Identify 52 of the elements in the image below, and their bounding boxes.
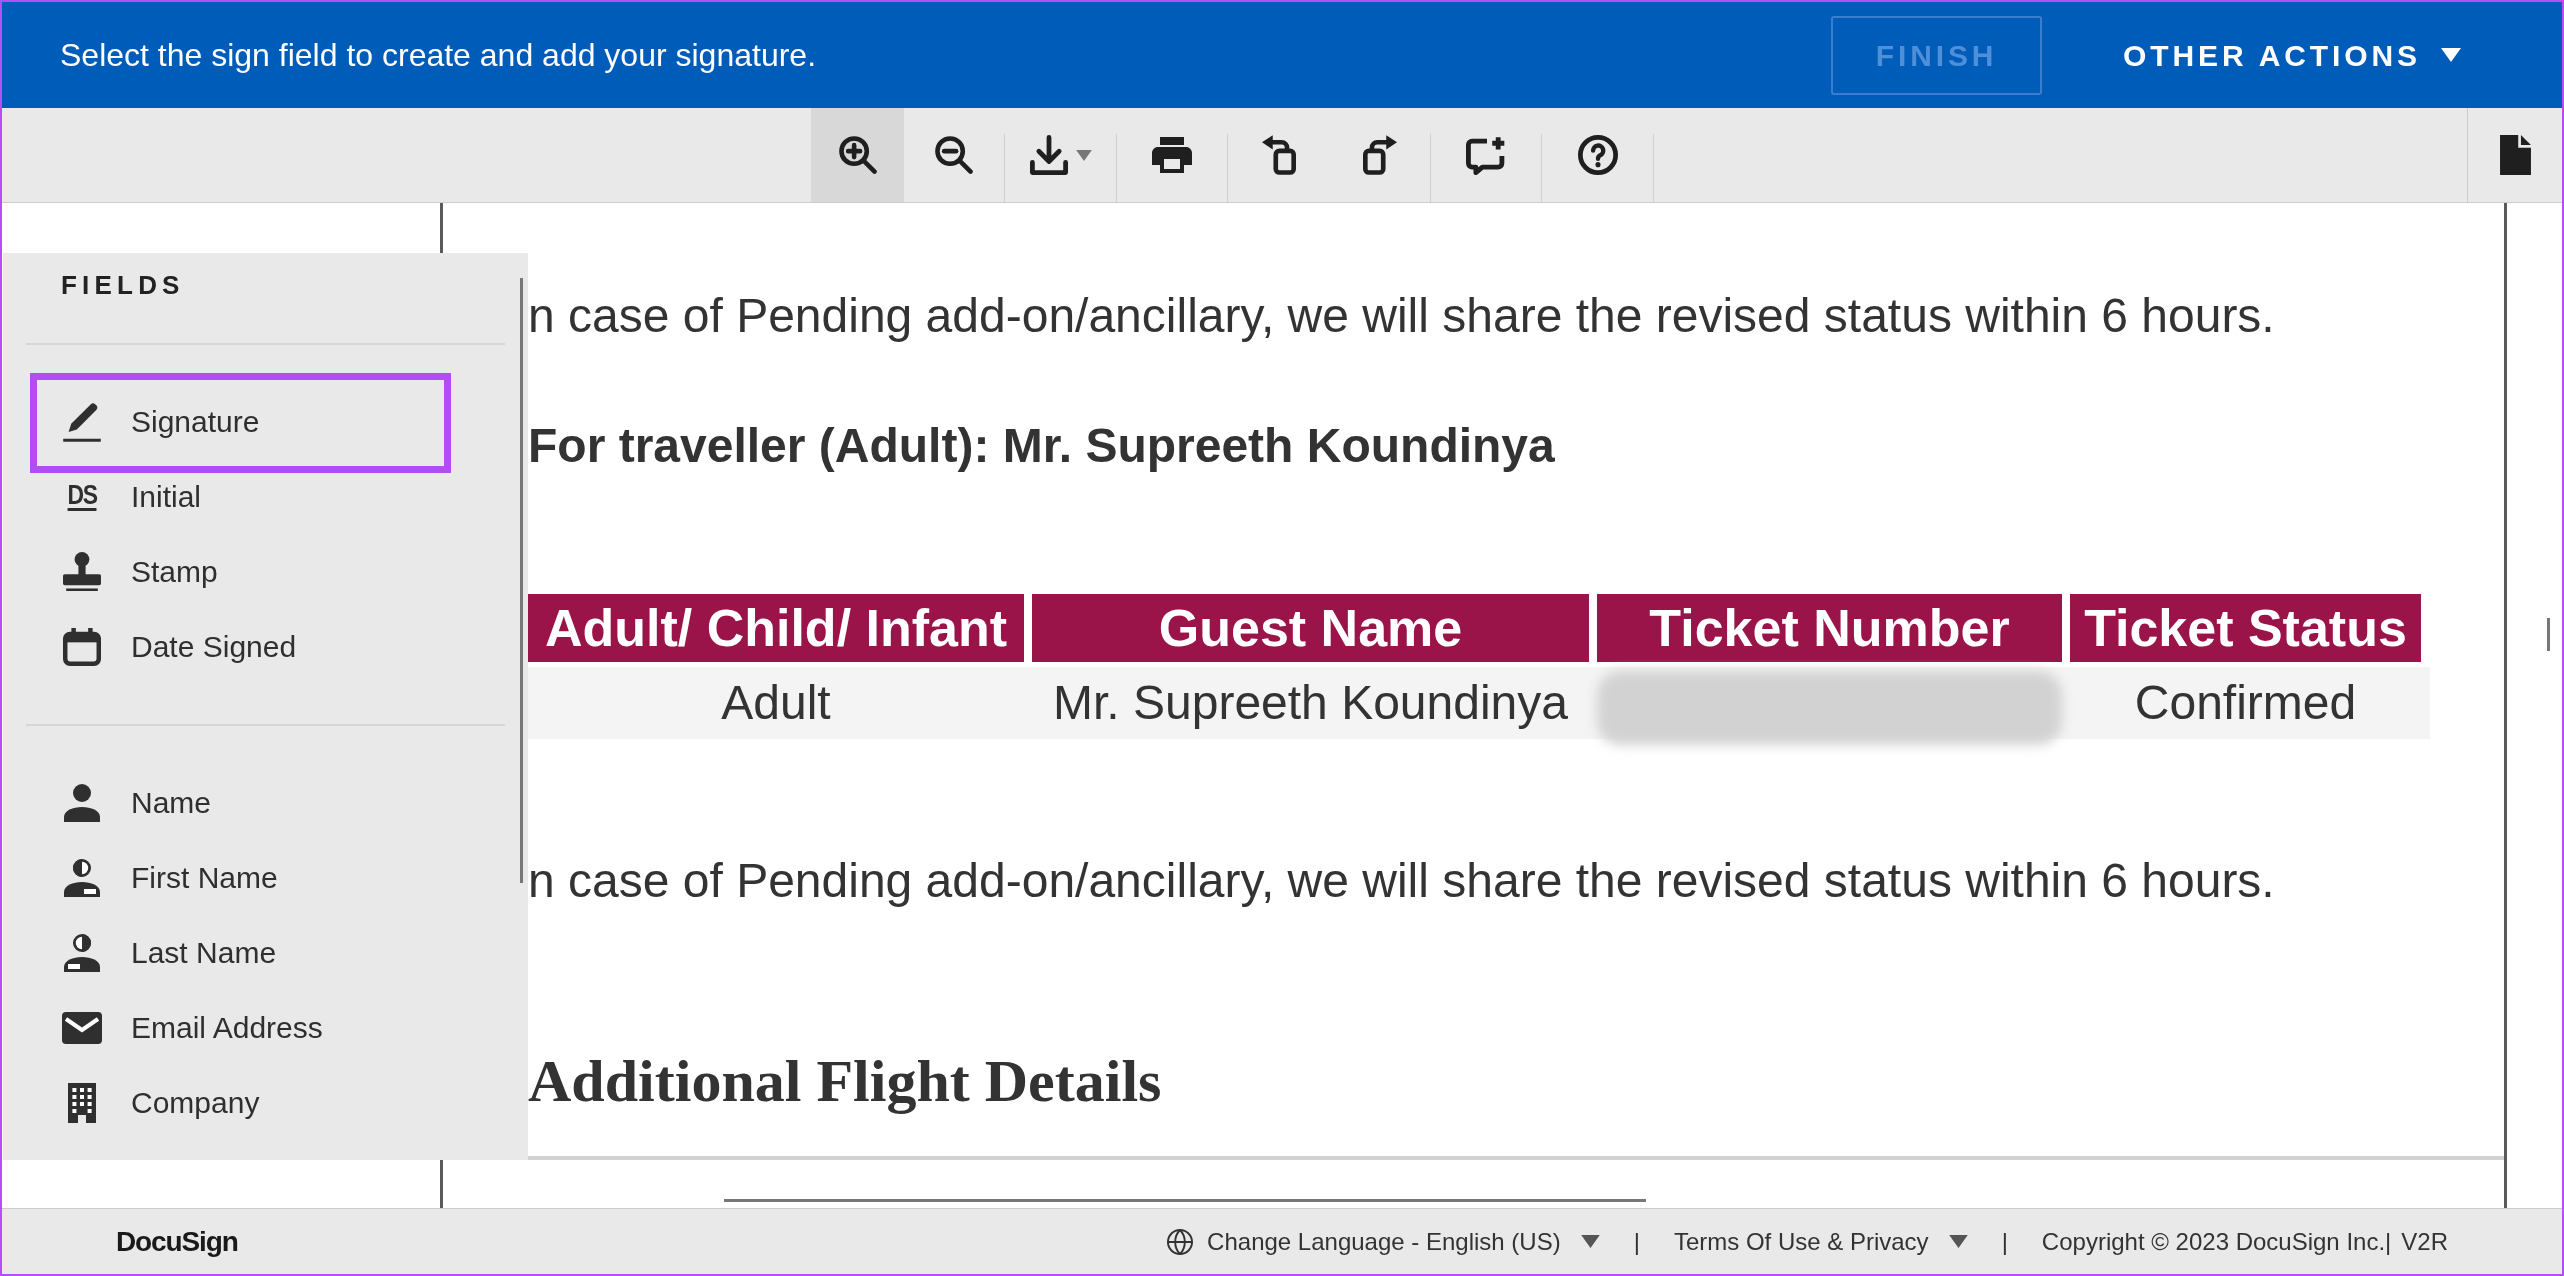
table-header-cell: Adult/ Child/ Infant [528, 594, 1024, 662]
language-selector[interactable]: Change Language - English (US) [1167, 1223, 1600, 1260]
other-actions-menu[interactable]: OTHER ACTIONS [2123, 32, 2461, 78]
globe-icon [1167, 1228, 1194, 1255]
panel-title: FIELDS [61, 270, 185, 300]
logo-text: DocuSign [116, 1224, 238, 1259]
zoom-out-icon [935, 136, 973, 174]
separator: | [2001, 1226, 2008, 1257]
envelope-icon [62, 1011, 102, 1044]
table-header-cell: Guest Name [1032, 594, 1589, 662]
section-heading: Additional Flight Details [528, 1048, 1163, 1114]
person-icon [64, 858, 100, 897]
footer-text: Copyright © 2023 DocuSign Inc.| [2041, 1226, 2392, 1257]
help-icon [1577, 135, 1618, 175]
zoom-in-icon [838, 136, 877, 174]
caret-icon [1075, 149, 1092, 161]
field-item[interactable]: Name [42, 765, 439, 840]
rotate-left-icon [1261, 135, 1296, 175]
separator: | [1633, 1226, 1640, 1257]
scrollbar-thumb[interactable] [520, 278, 523, 883]
table-cell-text: Confirmed [2133, 675, 2358, 731]
field-item[interactable]: Email Address [42, 990, 439, 1065]
stamp-icon [63, 552, 101, 591]
terms-link[interactable]: Terms Of Use & Privacy [1673, 1223, 1968, 1260]
table-cell-text: Mr. Supreeth Koundinya [1052, 675, 1569, 731]
table-header-cell: Ticket Number [1597, 594, 2062, 662]
field-item[interactable]: DS Initial [42, 459, 439, 534]
person-icon [64, 933, 100, 972]
instruction-text: Select the sign field to create and add your signature. [60, 36, 817, 75]
printer-icon [1152, 137, 1192, 173]
field-item[interactable]: Date Signed [42, 609, 439, 684]
zoom-in-button[interactable] [811, 108, 904, 202]
person-icon [64, 783, 100, 822]
table-header-cell: Ticket Status [2070, 594, 2421, 662]
pen-icon [63, 401, 101, 442]
caret-icon [2441, 48, 2461, 62]
table-cell-text: Adult [720, 675, 832, 731]
building-icon [68, 1082, 96, 1123]
scrollbar-thumb[interactable] [2547, 618, 2550, 651]
footer-text: V2R [2401, 1226, 2448, 1257]
calendar-icon [63, 627, 101, 666]
document-icon [2499, 135, 2531, 175]
field-item[interactable]: Signature [42, 384, 439, 459]
field-item[interactable]: First Name [42, 840, 439, 915]
comment-plus-icon [1466, 135, 1506, 175]
caret-icon [1948, 1235, 1968, 1248]
field-item[interactable]: Company [42, 1065, 439, 1140]
field-item[interactable]: Last Name [42, 915, 439, 990]
download-icon [1029, 135, 1068, 175]
rotate-right-icon [1362, 135, 1397, 175]
caret-icon [1580, 1235, 1600, 1248]
field-item[interactable]: Stamp [42, 534, 439, 609]
